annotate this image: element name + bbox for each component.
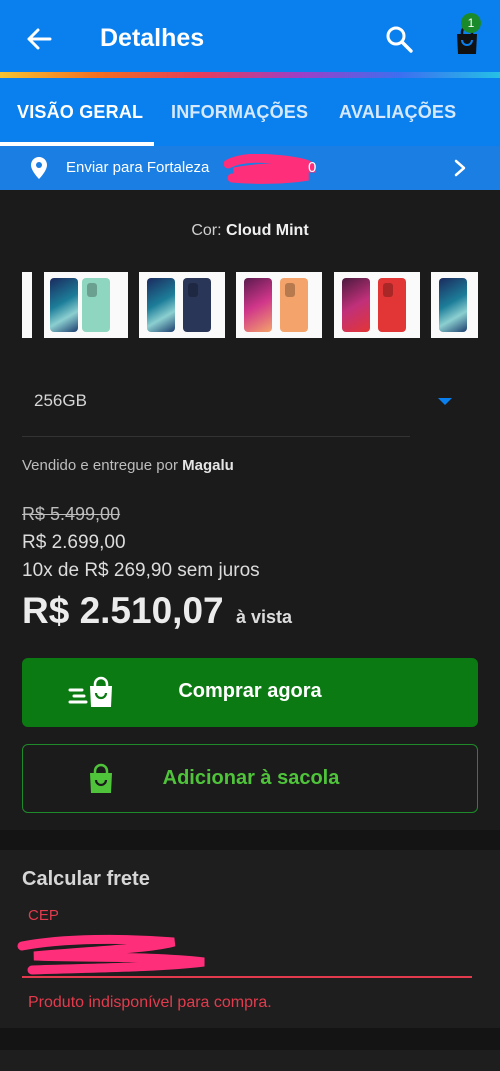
search-icon[interactable] (384, 24, 414, 54)
page-title: Detalhes (100, 24, 205, 52)
buy-now-button[interactable]: Comprar agora (22, 658, 478, 727)
buy-now-label: Comprar agora (178, 680, 322, 702)
shipping-destination: Enviar para Fortaleza (66, 159, 210, 176)
dropdown-arrow-icon[interactable] (437, 397, 453, 407)
tab-overview[interactable]: VISÃO GERAL (17, 102, 143, 123)
storage-select-value[interactable]: 256GB (34, 391, 87, 411)
cash-price: R$ 2.510,07 (22, 590, 224, 631)
seller-prefix: Vendido e entregue por (22, 457, 178, 474)
color-selection-label: Cor: Cloud Mint (0, 222, 500, 240)
seller-info: Vendido e entregue por Magalu (22, 457, 234, 474)
color-label-prefix: Cor: (191, 222, 222, 239)
phone-front-image (244, 278, 272, 332)
phone-front-image (147, 278, 175, 332)
phone-front-image (342, 278, 370, 332)
cep-error-message: Produto indisponível para compra. (28, 994, 272, 1011)
current-price: R$ 2.699,00 (22, 532, 126, 553)
phone-back-image (378, 278, 406, 332)
cash-price-suffix: à vista (236, 607, 293, 627)
section-separator (0, 830, 500, 850)
tab-information[interactable]: INFORMAÇÕES (171, 102, 308, 123)
location-pin-icon (31, 157, 47, 179)
shipping-location-bar[interactable]: Enviar para Fortaleza 0 (0, 146, 500, 190)
old-price: R$ 5.499,00 (22, 504, 121, 524)
freight-title: Calcular frete (22, 868, 150, 890)
add-to-bag-button[interactable]: Adicionar à sacola (22, 744, 478, 813)
cep-field-label: CEP (28, 907, 59, 924)
variant-thumbnail-red[interactable] (334, 272, 420, 338)
variant-thumbnail-blue[interactable] (431, 272, 478, 338)
add-to-bag-label: Adicionar à sacola (162, 767, 340, 789)
phone-front-image (50, 278, 78, 332)
phone-back-image (82, 278, 110, 332)
freight-calculator-section: Calcular frete CEP Produto indisponível … (0, 850, 500, 1028)
cart-count-badge: 1 (461, 13, 481, 33)
tab-bar: VISÃO GERAL INFORMAÇÕES AVALIAÇÕES (0, 78, 500, 146)
chevron-right-icon (454, 159, 466, 177)
tab-reviews[interactable]: AVALIAÇÕES (339, 102, 456, 123)
redaction-scribble (224, 154, 316, 184)
section-separator (0, 1028, 500, 1050)
app-header: Detalhes (0, 0, 500, 78)
phone-back-image (183, 278, 211, 332)
divider (22, 436, 410, 437)
redaction-scribble (17, 934, 205, 975)
variant-thumbnail-partial[interactable] (22, 272, 32, 338)
color-value: Cloud Mint (226, 222, 309, 239)
seller-name: Magalu (182, 457, 234, 474)
next-section-card (0, 1050, 500, 1071)
arrow-left-icon[interactable] (24, 24, 54, 54)
variant-thumbnail-navy[interactable] (139, 272, 225, 338)
installments-text: 10x de R$ 269,90 sem juros (22, 560, 260, 581)
shipping-destination-suffix: 0 (308, 159, 317, 176)
color-variant-carousel (0, 256, 500, 356)
variant-thumbnail-orange[interactable] (236, 272, 322, 338)
phone-front-image (439, 278, 467, 332)
phone-back-image (280, 278, 308, 332)
cep-input-underline[interactable] (22, 976, 472, 978)
variant-thumbnail-cloud-mint[interactable] (44, 272, 128, 338)
